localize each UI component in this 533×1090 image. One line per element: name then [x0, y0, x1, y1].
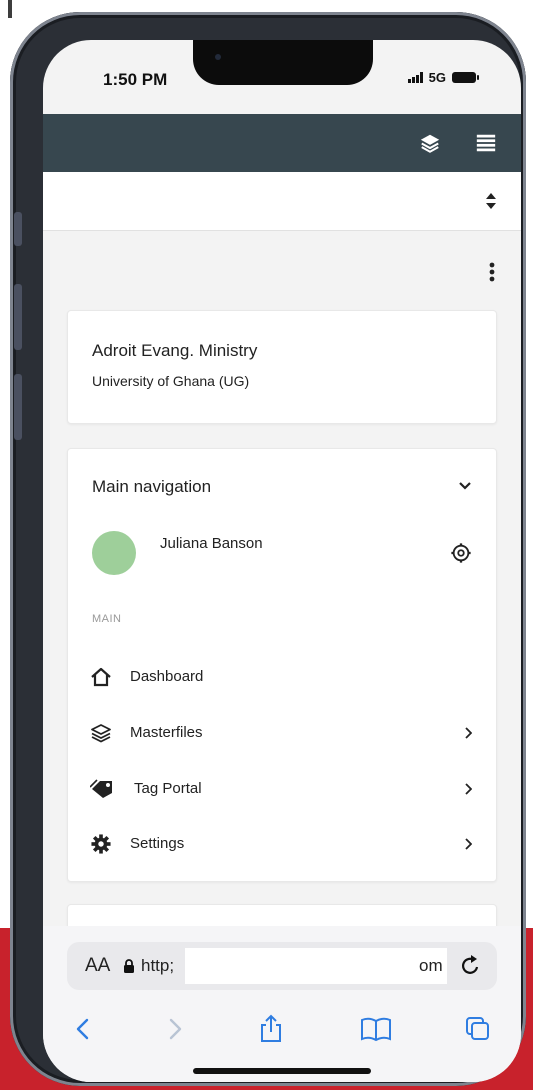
phone-screen: 1:50 PM 5G Adroit Evang. Ministry Univer… [43, 40, 521, 1082]
url-text-start: http; [141, 956, 175, 975]
gear-icon [91, 834, 111, 854]
home-icon [91, 667, 111, 687]
user-name: Juliana Banson [160, 535, 263, 552]
url-text-end: om [419, 956, 443, 975]
nav-item-label: Tag Portal [134, 780, 202, 797]
nav-item-label: Masterfiles [130, 724, 203, 741]
tabs-icon[interactable] [463, 1014, 491, 1044]
nav-item-settings[interactable]: Settings [68, 824, 496, 864]
phone-frame: 1:50 PM 5G Adroit Evang. Ministry Univer… [10, 12, 526, 1086]
app-header [43, 114, 521, 172]
phone-volume-up [14, 284, 22, 350]
notch [193, 40, 373, 85]
nav-item-tag-portal[interactable]: Tag Portal [68, 769, 496, 809]
text-size-button[interactable]: AA [85, 955, 110, 977]
chevron-right-icon [465, 783, 472, 795]
section-label-main: MAIN [92, 613, 122, 625]
chevron-down-icon[interactable] [458, 481, 472, 491]
lock-icon [124, 959, 134, 973]
status-time: 1:50 PM [103, 70, 168, 89]
chevron-right-icon [465, 838, 472, 850]
phone-volume-down [14, 374, 22, 440]
back-icon[interactable] [69, 1014, 97, 1044]
address-bar[interactable]: AA http; om [67, 942, 497, 990]
user-settings-gear-icon[interactable] [450, 542, 472, 564]
sort-icon[interactable] [485, 192, 497, 210]
reload-icon[interactable] [459, 954, 481, 978]
avatar[interactable] [92, 531, 136, 575]
bookmarks-icon[interactable] [359, 1014, 393, 1044]
organization-subtitle: University of Ghana (UG) [92, 373, 250, 389]
layers-icon[interactable] [419, 132, 441, 154]
forward-icon[interactable] [161, 1014, 189, 1044]
status-indicators: 5G [407, 70, 479, 85]
toolbar-row [43, 172, 521, 231]
layers-icon [91, 724, 111, 743]
signal-icon [407, 72, 423, 83]
more-options-icon[interactable] [489, 262, 495, 282]
network-label: 5G [428, 70, 446, 85]
organization-name: Adroit Evang. Ministry [92, 341, 258, 360]
navigation-title: Main navigation [92, 477, 212, 496]
nav-item-masterfiles[interactable]: Masterfiles [68, 713, 496, 753]
background-edge [8, 0, 12, 18]
chevron-right-icon [465, 727, 472, 739]
main-navigation-card: Main navigation Juliana Banson MAIN Dash… [67, 448, 497, 882]
phone-mute-switch [14, 212, 22, 246]
browser-toolbar-area: AA http; om [43, 926, 521, 1082]
nav-item-dashboard[interactable]: Dashboard [68, 657, 496, 697]
front-camera [215, 54, 221, 60]
nav-item-label: Dashboard [130, 668, 204, 685]
share-icon[interactable] [257, 1014, 285, 1044]
tag-icon [90, 779, 112, 798]
nav-item-label: Settings [130, 835, 185, 852]
home-indicator [193, 1068, 371, 1074]
menu-icon[interactable] [475, 132, 497, 154]
organization-card: Adroit Evang. Ministry University of Gha… [67, 310, 497, 424]
url-redaction [185, 948, 447, 984]
battery-icon [452, 72, 479, 83]
